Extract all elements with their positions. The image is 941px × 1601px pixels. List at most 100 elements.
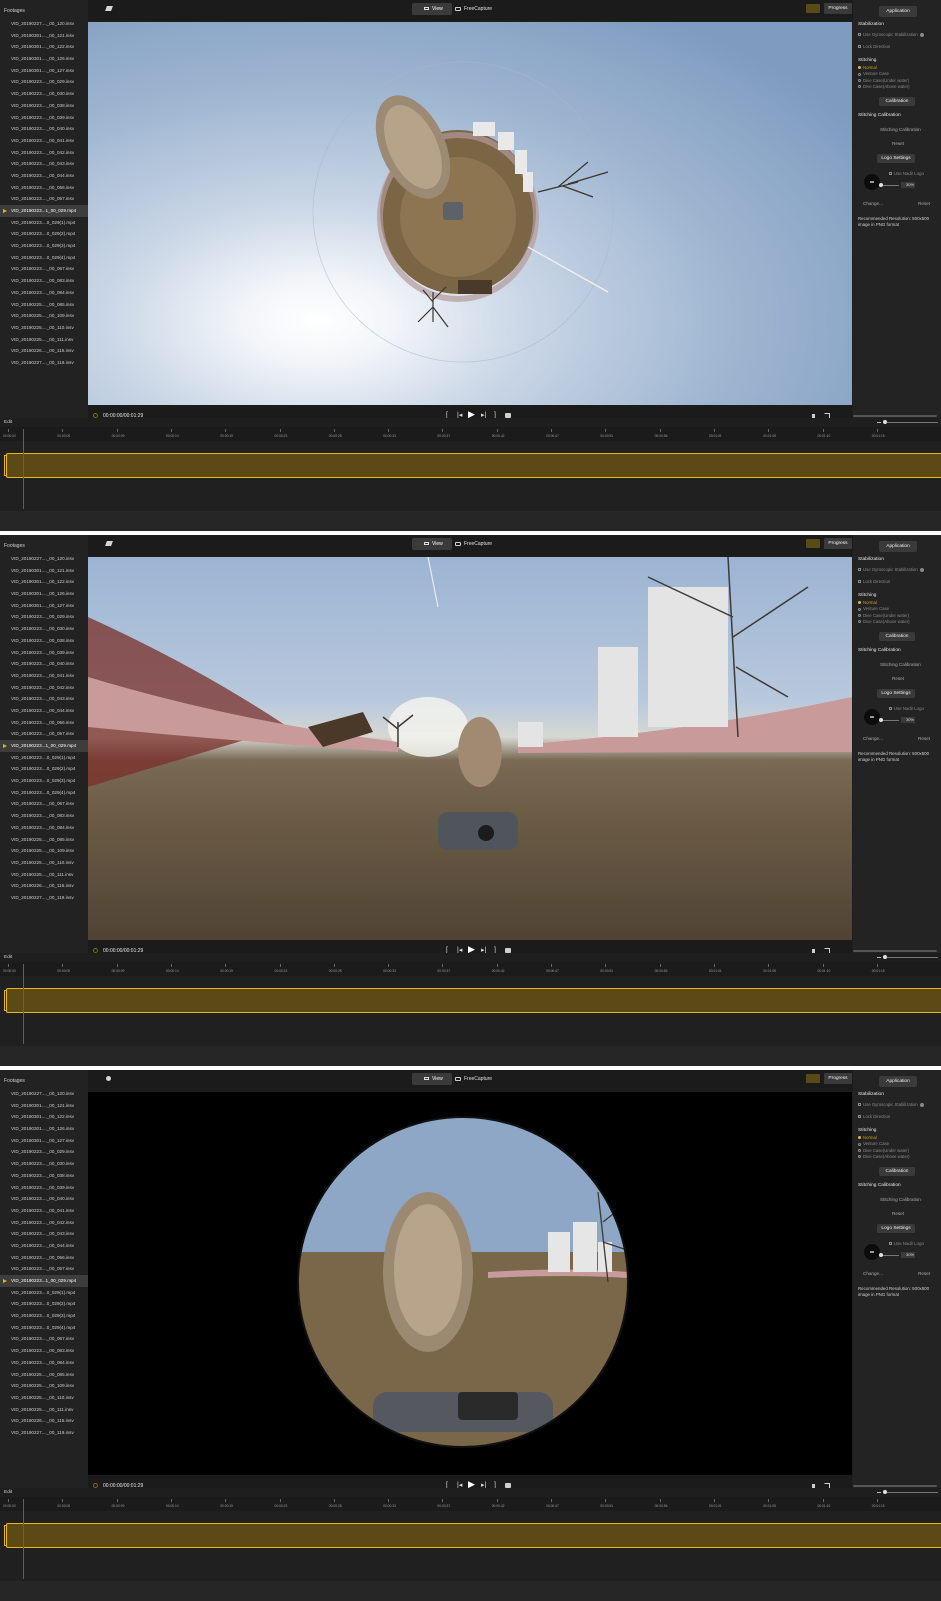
stitch-option[interactable]: Dive Case(Above water) [858,1154,910,1159]
footage-item[interactable]: VID_20190225...._00_110.insv [0,1392,88,1404]
change-logo-link[interactable]: Change... [863,201,883,206]
footage-item[interactable]: VID_20190225...._00_110.insv [0,857,88,869]
footage-item[interactable]: VID_20190223...1_00_029.mp4 [0,205,88,217]
footage-item[interactable]: VID_20190223...._00_067.insv [0,1333,88,1345]
footage-item[interactable]: VID_20190223...._00_083.insv [0,810,88,822]
footage-item[interactable]: VID_20190223....0_029(2).mp4 [0,1298,88,1310]
footage-item[interactable]: VID_20190223....0_029(3).mp4 [0,775,88,787]
timeline-zoom-knob[interactable] [883,1490,887,1494]
footage-item[interactable]: VID_20190301...._00_122.insv [0,1111,88,1123]
logo-settings-button[interactable]: Logo Settings [877,1224,915,1233]
footage-item[interactable]: VID_20190301...._00_127.insv [0,600,88,612]
footage-item[interactable]: VID_20190225...._00_109.insv [0,1380,88,1392]
reset-logo-link[interactable]: Reset [918,201,930,206]
lock-direction-checkbox[interactable]: Lock Direction [858,1114,890,1119]
reset-logo-link[interactable]: Reset [918,736,930,741]
footage-item[interactable]: VID_20190225...._00_109.insv [0,310,88,322]
help-icon[interactable] [919,32,924,37]
footage-item[interactable]: VID_20190223...._00_042.insv [0,682,88,694]
timeline-clip[interactable] [6,1523,941,1548]
footage-item[interactable]: VID_20190225...._00_109.insv [0,845,88,857]
footage-item[interactable]: VID_20190301...._00_126.insv [0,1123,88,1135]
play-icon[interactable]: ▶ [468,410,475,419]
footage-item[interactable]: VID_20190223...._00_038.insv [0,100,88,112]
footage-item[interactable]: VID_20190223...._00_039.insv [0,112,88,124]
stitch-option[interactable]: Dive Case(Under water) [858,1148,909,1153]
stitch-option[interactable]: Venture Case [858,606,889,611]
tab-freecapture[interactable]: FreeCapture [453,3,503,15]
timeline-zoom-knob[interactable] [883,955,887,959]
settings-scrollbar[interactable] [853,415,937,417]
footage-item[interactable]: VID_20190226...._00_115.insv [0,1415,88,1427]
calibration-button[interactable]: Calibration [879,632,915,641]
footage-item[interactable]: VID_20190223...._00_067.insv [0,798,88,810]
footage-item[interactable]: VID_20190223...._00_043.insv [0,1228,88,1240]
footage-item[interactable]: VID_20190223....0_029(4).mp4 [0,252,88,264]
nadir-size-percent[interactable]: 30% [901,1252,915,1258]
footage-item[interactable]: VID_20190225...._00_111.insv [0,869,88,881]
footage-item[interactable]: VID_20190223....0_029(3).mp4 [0,1310,88,1322]
footage-item[interactable]: VID_20190223...._00_038.insv [0,1170,88,1182]
progress-button[interactable]: Progress [824,3,852,14]
settings-scrollbar[interactable] [853,1485,937,1487]
stitching-calibration-link[interactable]: Stitching Calibration [880,662,921,667]
timeline-ruler[interactable]: 00:00:00 00:00:05 00:00:09 00:00:14 00:00:19… [0,427,941,441]
reset-logo-link[interactable]: Reset [918,1271,930,1276]
nadir-size-percent[interactable]: 30% [901,717,915,723]
progress-button[interactable]: Progress [824,1073,852,1084]
footage-item[interactable]: VID_20190223....0_029(3).mp4 [0,240,88,252]
nadir-size-knob[interactable] [879,183,883,187]
footage-item[interactable]: VID_20190223...._00_040.insv [0,1193,88,1205]
logo-settings-button[interactable]: Logo Settings [877,689,915,698]
stitching-calibration-link[interactable]: Stitching Calibration [880,1197,921,1202]
reset-calibration-link[interactable]: Reset [892,676,904,681]
footage-item[interactable]: VID_20190225...._00_085.insv [0,1369,88,1381]
footage-item[interactable]: VID_20190223...._00_029.insv [0,1146,88,1158]
footage-item[interactable]: VID_20190223...._00_056.insv [0,1252,88,1264]
clip-trim-handle[interactable] [4,1525,7,1546]
progress-button[interactable]: Progress [824,538,852,549]
timeline-ruler[interactable]: 00:00:00 00:00:05 00:00:09 00:00:14 00:00:19… [0,962,941,976]
footage-item[interactable]: VID_20190223...._00_042.insv [0,147,88,159]
tab-view[interactable]: View [412,3,452,15]
nadir-size-knob[interactable] [879,1253,883,1257]
footage-item[interactable]: VID_20190223...._00_057.insv [0,1263,88,1275]
video-viewport[interactable] [88,557,852,940]
footage-item[interactable]: VID_20190223...._00_084.insv [0,287,88,299]
timeline-zoom-knob[interactable] [883,420,887,424]
footage-item[interactable]: VID_20190223...._00_029.insv [0,76,88,88]
footage-item[interactable]: VID_20190301...._00_126.insv [0,53,88,65]
footage-item[interactable]: VID_20190225...._00_085.insv [0,299,88,311]
footage-item[interactable]: VID_20190223...._00_039.insv [0,647,88,659]
footage-item[interactable]: VID_20190301...._00_127.insv [0,65,88,77]
logo-settings-button[interactable]: Logo Settings [877,154,915,163]
footage-item[interactable]: VID_20190223...._00_083.insv [0,1345,88,1357]
footage-item[interactable]: VID_20190225...._00_111.insv [0,334,88,346]
footage-item[interactable]: VID_20190223...._00_041.insv [0,135,88,147]
footage-item[interactable]: VID_20190223...._00_039.insv [0,1182,88,1194]
footage-item[interactable]: VID_20190223....0_029(1).mp4 [0,752,88,764]
stitch-option[interactable]: Dive Case(Under water) [858,78,909,83]
footage-item[interactable]: VID_20190223....0_029(1).mp4 [0,217,88,229]
stitch-option[interactable]: Normal [858,600,877,605]
application-button[interactable]: Application [879,541,917,552]
footage-item[interactable]: VID_20190223...._00_084.insv [0,1357,88,1369]
footage-item[interactable]: VID_20190223...._00_057.insv [0,193,88,205]
use-nadir-checkbox[interactable]: Use Nadir Logo [889,706,924,711]
footage-item[interactable]: VID_20190301...._00_122.insv [0,41,88,53]
timeline-zoom-slider[interactable] [883,422,938,423]
footage-item[interactable]: VID_20190225...._00_085.insv [0,834,88,846]
footage-item[interactable]: VID_20190227...._00_120.insv [0,1088,88,1100]
nadir-size-knob[interactable] [879,718,883,722]
playhead[interactable] [23,429,24,509]
tab-freecapture[interactable]: FreeCapture [453,538,503,550]
clip-trim-handle[interactable] [4,990,7,1011]
footage-item[interactable]: VID_20190223...._00_044.insv [0,170,88,182]
footage-item[interactable]: VID_20190223...._00_030.insv [0,88,88,100]
footage-item[interactable]: VID_20190227...._00_119.insv [0,357,88,369]
footage-item[interactable]: VID_20190223....0_029(2).mp4 [0,763,88,775]
footage-item[interactable]: VID_20190227...._00_119.insv [0,1427,88,1439]
footage-item[interactable]: VID_20190301...._00_122.insv [0,576,88,588]
help-icon[interactable] [919,567,924,572]
video-viewport[interactable] [88,1092,852,1475]
